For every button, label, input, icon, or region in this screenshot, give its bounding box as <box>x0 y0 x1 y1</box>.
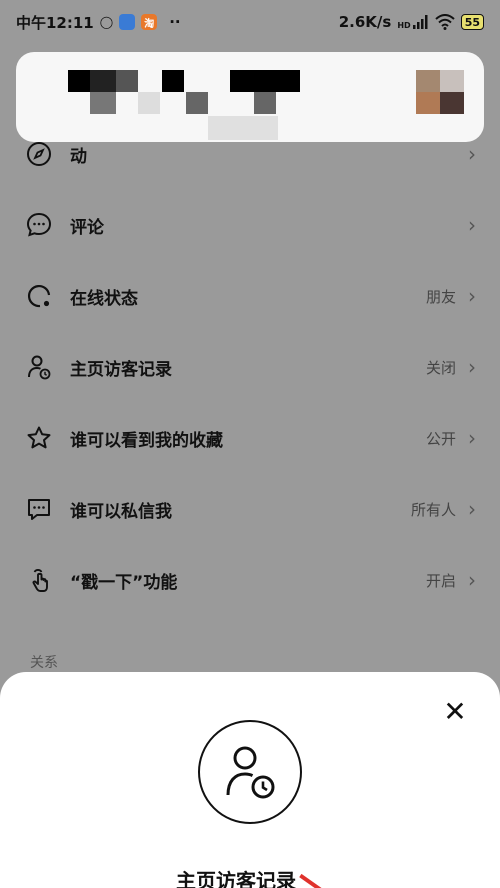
status-more: ·· <box>169 13 181 31</box>
pixel-block <box>440 92 464 114</box>
pixel-block <box>440 70 464 92</box>
network-speed: 2.6K/s <box>338 13 392 31</box>
pixel-block <box>416 70 440 92</box>
settings-row-favorites-visibility[interactable]: 谁可以看到我的收藏 公开 › <box>0 408 500 468</box>
pixel-block <box>230 70 300 92</box>
pixel-block <box>254 92 276 114</box>
notification-icon: ◯ <box>99 15 114 29</box>
wifi-icon <box>435 14 455 30</box>
message-icon <box>24 494 54 524</box>
chevron-right-icon: › <box>468 426 476 450</box>
settings-row-label: 动 <box>70 146 87 167</box>
chevron-right-icon: › <box>468 497 476 521</box>
settings-row-value: 朋友 <box>425 287 456 306</box>
online-status-icon <box>24 281 54 311</box>
app-badge-icon <box>119 14 136 30</box>
visitor-record-icon <box>226 746 275 799</box>
status-bar-right: 2.6K/s HD 55 <box>339 13 484 31</box>
close-button[interactable]: ✕ <box>440 695 470 728</box>
settings-row-value: 开启 <box>425 571 456 590</box>
settings-row-label: 谁可以私信我 <box>70 501 172 522</box>
settings-row-comments[interactable]: 评论 › <box>0 195 500 255</box>
settings-row-label: 主页访客记录 <box>70 359 172 380</box>
settings-row-direct-message[interactable]: 谁可以私信我 所有人 › <box>0 479 500 539</box>
settings-row-visitor-record[interactable]: 主页访客记录 关闭 › <box>0 337 500 397</box>
pixel-block <box>90 92 116 114</box>
settings-row-online-status[interactable]: 在线状态 朋友 › <box>0 266 500 326</box>
chevron-right-icon: › <box>468 213 476 237</box>
comment-icon <box>24 210 54 240</box>
visitor-record-bottom-sheet: ✕ 主页访客记录 <box>0 672 500 888</box>
chevron-right-icon: › <box>468 568 476 592</box>
chevron-right-icon: › <box>468 355 476 379</box>
compass-icon <box>24 139 54 169</box>
hd-badge: HD <box>397 21 411 30</box>
signal-icon <box>412 15 428 29</box>
taobao-app-icon: 淘 <box>141 14 158 30</box>
section-title-relations: 关系 <box>30 655 58 671</box>
settings-row-poke[interactable]: “戳一下”功能 开启 › <box>0 550 500 610</box>
settings-row-dynamic[interactable]: 动 › <box>0 124 500 184</box>
visitor-record-emblem <box>198 720 302 824</box>
star-icon <box>24 423 54 453</box>
pixel-block <box>138 92 160 114</box>
status-bar: 中午12:11 ◯ 淘 ·· 2.6K/s HD 55 <box>0 0 500 44</box>
pixel-block <box>68 70 90 92</box>
settings-row-label: 评论 <box>70 217 104 238</box>
settings-row-value: 所有人 <box>410 500 456 519</box>
pixel-block <box>90 70 116 92</box>
settings-row-value: 关闭 <box>425 358 456 377</box>
status-bar-left: 中午12:11 ◯ 淘 ·· <box>16 12 181 33</box>
annotation-mark <box>299 873 323 888</box>
pixel-block <box>116 70 138 92</box>
status-time: 中午12:11 <box>16 13 94 32</box>
settings-row-label: 谁可以看到我的收藏 <box>70 430 223 451</box>
battery-icon: 55 <box>460 14 484 30</box>
sheet-title-text: 主页访客记录 <box>176 869 296 888</box>
sheet-title: 主页访客记录 <box>0 865 500 888</box>
pixel-block <box>186 92 208 114</box>
poke-hand-icon <box>24 565 54 595</box>
chevron-right-icon: › <box>468 142 476 166</box>
settings-row-label: “戳一下”功能 <box>70 572 178 593</box>
settings-row-label: 在线状态 <box>70 288 138 309</box>
visitor-record-icon <box>24 352 54 382</box>
settings-row-value: 公开 <box>425 429 456 448</box>
chevron-right-icon: › <box>468 284 476 308</box>
pixel-block <box>416 92 440 114</box>
pixel-block <box>162 70 184 92</box>
